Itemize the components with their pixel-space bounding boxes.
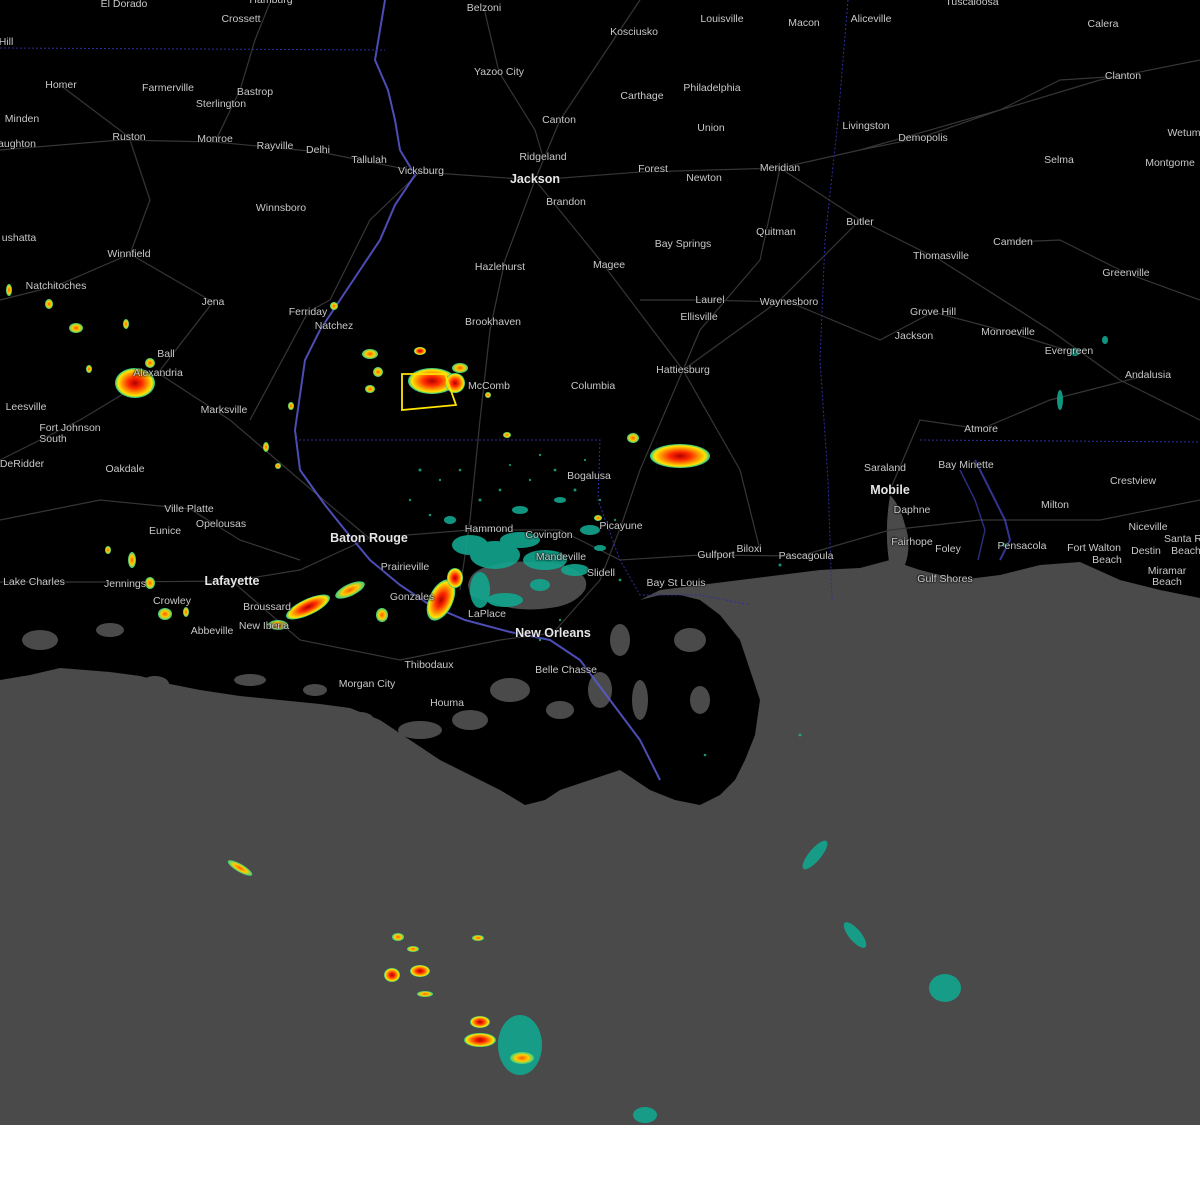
mississippi-river (293, 0, 661, 781)
radar-map[interactable]: El Dorado Hamburg Belzoni Kosciusko Louisvil… (0, 0, 1200, 1125)
map-base-layer (0, 0, 1200, 1125)
ms-al-state-line (819, 0, 849, 601)
bottom-strip (0, 1125, 1200, 1200)
gulf-of-mexico (0, 560, 1200, 1125)
al-fl-state-line (919, 439, 1200, 443)
mobile-bay (886, 495, 909, 568)
ar-la-state-line (0, 47, 386, 51)
